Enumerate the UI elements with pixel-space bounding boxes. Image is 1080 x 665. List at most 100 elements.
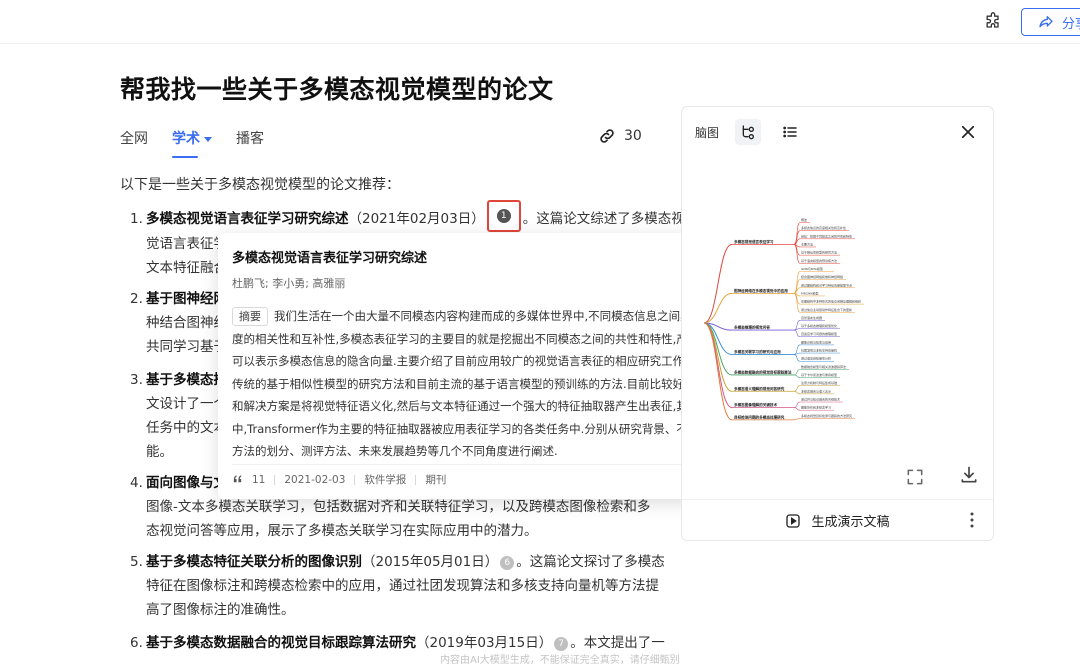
citation-count: 11 [252,473,266,486]
mindmap-child-link [793,374,801,378]
mindmap-branch-label[interactable]: 多模态推理的视觉问答 [734,325,770,330]
mindmap-branch-label[interactable]: 多模态图像理解的关键技术 [734,402,778,407]
publish-date: 2021-02-03 [284,473,346,486]
top-bar: 分享 [0,0,1080,44]
mindmap-child-label[interactable]: 图像协作和多模态学习 [801,405,831,410]
mindmap-root-link [703,322,733,392]
tree-view-button[interactable] [735,119,762,145]
generate-presentation-label: 生成演示文稿 [811,515,890,530]
mindmap-child-label[interactable]: 多模态视觉目标检测与跟踪的方法研究 [801,413,852,418]
citation-badge[interactable]: 7 [554,637,569,651]
mindmap-child-label[interactable]: 基于多模态推理和模型优化 [801,323,837,328]
citation-badge[interactable]: 1 [496,209,511,223]
mindmap-child-label[interactable]: 多模态融合与语义表示 [801,388,831,393]
list-icon [783,126,797,138]
panel-header: 脑图 [682,107,993,157]
mindmap-branch-label[interactable]: 多模态关联学习的研究与应用 [734,349,781,354]
popover-paper-title[interactable]: 多模态视觉语言表征学习研究综述 [232,247,707,266]
mindmap-child-link [793,407,801,411]
mindmap-branch-label[interactable]: 多模态视觉语言表征学习 [734,239,774,244]
paper-title-link[interactable]: 基于多模态推 [146,372,227,388]
download-icon[interactable] [959,465,979,485]
link-icon [600,129,614,143]
mindmap-canvas[interactable]: 多模态视觉语言表征学习 概述多模态信息的高度相关性和互补性目标：挖掘不同模态之间的… [702,215,982,431]
paper-title-link[interactable]: 基于多模态特征关联分析的图像识别 [146,554,362,570]
mindmap-branch-label[interactable]: 多模态语义理解的视觉问答研究 [734,386,785,391]
list-item: 2. 基于图神经网 种结合图神经 共同学习基于 [130,291,227,355]
tab-podcast[interactable]: 播客 [236,128,264,148]
paper-title-link[interactable]: 多模态视觉语言表征学习研究综述 [146,211,349,227]
tree-icon [742,125,755,140]
plugin-button[interactable] [982,11,1004,33]
mindmap-child-label[interactable]: 自然语言生成器 [801,315,822,320]
mindmap-child-label[interactable]: 基于相似性模型的研究方法 [801,250,837,255]
paper-title-link[interactable]: 基于图神经网 [146,291,227,307]
list-view-button[interactable] [777,119,803,145]
mindmap-child-label[interactable]: 通过并与知识融合的关键技术 [801,397,840,402]
mindmap-child-label[interactable]: 主要方法 [801,241,813,246]
citation-popover: 多模态视觉语言表征学习研究综述 杜鹏飞; 李小勇; 高雅丽 摘要 我们生活在一个由… [218,233,723,499]
mindmap-child-label[interactable]: 数据融合模型与相关滤波跟踪算法 [801,364,846,369]
mindmap-child-label[interactable]: 通过语言感知量性分析 [801,356,831,361]
mindmap-child-label[interactable]: MRGNN模型 [801,290,819,295]
popover-abstract: 摘要 我们生活在一个由大量不同模态内容构建而成的多媒体世界中,不同模态信息之间具有… [232,307,723,458]
share-button[interactable]: 分享 [1021,8,1080,36]
page-title: 帮我找一些关于多模态视觉模型的论文 [120,75,554,104]
mindmap-child-label[interactable]: 社团发现与多核支持向量机 [801,348,837,353]
mindmap-child-label[interactable]: 在图结构中多种形式的信息间相互理解和组织 [801,299,861,304]
close-icon[interactable] [959,123,977,141]
share-label: 分享 [1062,16,1080,32]
abstract-tag: 摘要 [232,307,268,326]
mindmap-panel: 脑图 多模态视觉语言表征学习 概述多模态信息的高度相关性和互补性目标：挖掘不同模态… [681,106,994,541]
paper-title-link[interactable]: 面向图像与文 [146,475,227,491]
panel-tools [682,465,993,491]
source-tabs: 全网 学术 播客 [120,128,264,158]
mindmap-child-link [793,401,801,408]
citation-highlight: 1 [486,200,521,232]
mindmap-child-label[interactable]: 基于卡尔曼滤波与重叠模型 [801,372,837,377]
mindmap-child-label[interactable]: 自适应学习问题的推理模型 [801,331,837,336]
share-icon [1039,16,1053,28]
mindmap-child-label[interactable]: 多模态信息的高度相关性和互补性 [801,225,846,230]
publication-type: 期刊 [425,474,447,486]
mindmap-root-link [703,243,733,324]
reference-count-button[interactable]: 30 [598,127,642,145]
mindmap-child-link [793,293,801,313]
mindmap-child-link [793,418,801,421]
quote-icon [233,475,242,483]
mindmap-branch-label[interactable]: 图神经网络在多模态视觉中的应用 [734,288,788,293]
mindmap-branch-label[interactable]: 多模态数据融合的视觉目标跟踪算法 [734,369,792,374]
mindmap-child-link [793,369,801,376]
mindmap-root-link [703,322,733,409]
list-item: 3. 基于多模态推 文设计了一个 任务中的文本 能。 [130,372,227,460]
mindmap-child-link [793,385,801,392]
caret-down-icon [204,136,212,142]
mindmap-child-link [793,352,801,355]
tab-academic-label: 学术 [172,131,200,147]
tab-mindmap[interactable]: 脑图 [695,124,719,141]
mindmap-child-label[interactable]: 通过信息主动层动作特征集合下的更新 [801,307,852,312]
mindmap-child-link [793,328,801,331]
mindmap-child-label[interactable]: 结合图神经网络和卷积神经网络 [801,274,843,279]
mindmap-child-label[interactable]: GNN与BiTe模型 [801,266,823,271]
paper-title-link[interactable]: 基于多模态数据融合的视觉目标跟踪算法研究 [146,635,416,651]
mindmap-child-label[interactable]: 概述 [801,217,807,222]
mindmap-child-link [793,390,801,395]
mindmap-child-label[interactable]: 图像识别与检索与应用 [801,339,831,344]
popover-divider [232,464,707,465]
mindmap-child-label[interactable]: 目标：挖掘不同模态之间的共性和特性 [801,233,852,238]
fullscreen-icon[interactable] [905,467,925,487]
tab-web[interactable]: 全网 [120,128,148,148]
citation-badge[interactable]: 6 [500,556,515,570]
more-icon[interactable] [969,512,975,528]
mindmap-child-link [793,354,801,362]
tab-academic[interactable]: 学术 [172,128,212,158]
mindmap-child-label[interactable]: 通过图结构和可学习特征向量提取节点 [801,282,852,287]
journal-name: 软件学报 [364,474,407,486]
generate-presentation-button[interactable]: 生成演示文稿 [682,499,993,541]
mindmap-child-label[interactable]: 基于语言模型的预训练方法 [801,258,837,263]
mindmap-child-label[interactable]: 注意力机制与特征集成基础 [801,380,837,385]
mindmap-branch-label[interactable]: 目标检测问题的多模态处理研究 [734,414,785,419]
reference-count: 30 [624,128,642,144]
popover-meta: 11 2021-02-03 软件学报 期刊 [232,472,446,487]
